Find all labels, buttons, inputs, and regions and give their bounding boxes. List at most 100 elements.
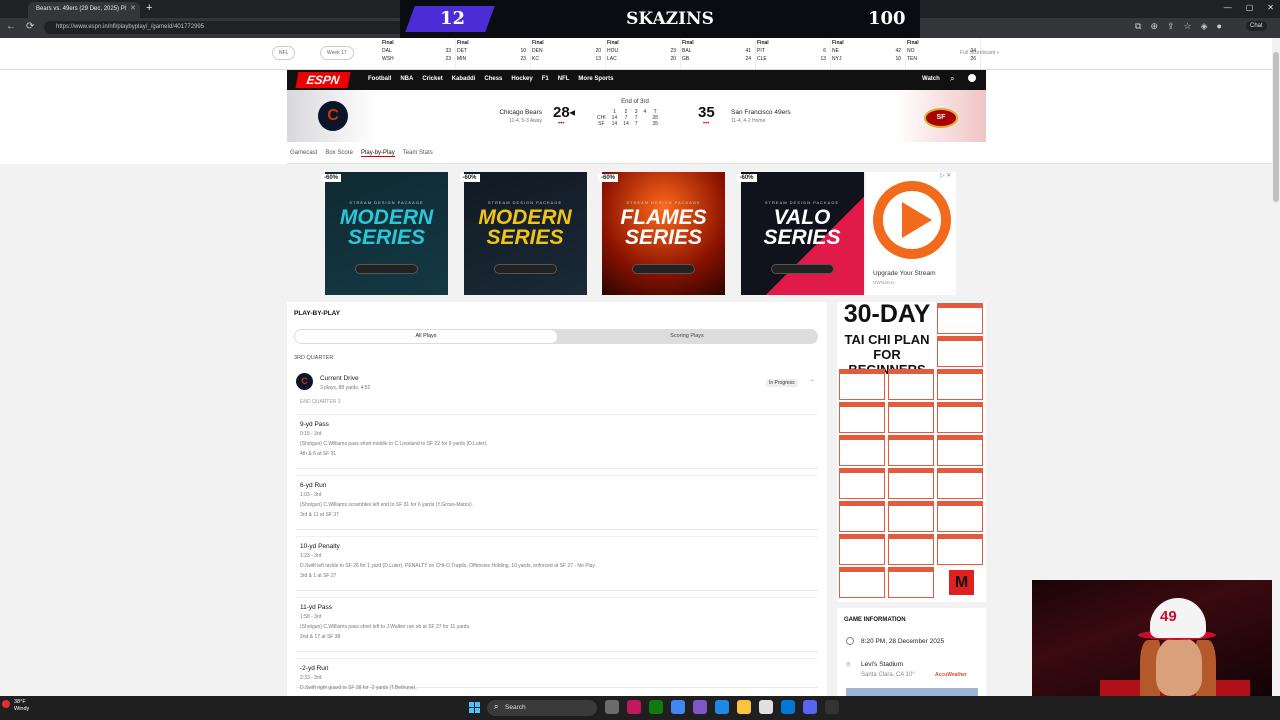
scoreboard-game[interactable]: Final BAL 41 GB 24 [678, 39, 756, 69]
discord-icon[interactable] [803, 700, 817, 714]
weather-widget[interactable]: 38°F Windy [14, 699, 29, 713]
windows-start-icon[interactable] [469, 702, 480, 713]
chat-button[interactable]: Chat [1246, 21, 1267, 31]
play-row[interactable]: 6-yd Run 1:03 - 3rd (Shotgun) C.Williams… [296, 475, 818, 530]
scoreboard-game[interactable]: Final PIT 6 CLE 13 [753, 39, 831, 69]
tab-box-score[interactable]: Box Score [325, 150, 353, 157]
team-abbr: LAC [607, 56, 617, 62]
obs-icon[interactable] [825, 700, 839, 714]
play-row[interactable]: -2-yd Run 2:33 - 3rd D.Swift right guard… [296, 658, 818, 691]
scoreboard-game[interactable]: Final HOU 23 LAC 20 [603, 39, 681, 69]
play-clock: 1:03 - 3rd [300, 492, 322, 498]
tab-all-plays[interactable]: All Plays [295, 330, 557, 343]
stream-package-ad[interactable]: -60% STREAM DESIGN PACKAGE MODERN SERIES [321, 172, 448, 295]
url-field[interactable]: https://www.espn.in/nfl/playbyplay/_/gam… [44, 21, 404, 34]
nav-link-f1[interactable]: F1 [542, 76, 549, 82]
game-info-title: GAME INFORMATION [844, 617, 906, 623]
play-field-position: 4th & 6 at SF 31 [300, 451, 337, 457]
espn-logo[interactable]: ESPN [295, 72, 351, 88]
tab-team-stats[interactable]: Team Stats [403, 150, 433, 157]
chevron-up-icon[interactable]: ⌃ [810, 379, 815, 386]
search-icon[interactable]: ⌕ [950, 74, 954, 84]
taskbar-search[interactable]: Search [487, 700, 597, 716]
scoreboard-game[interactable]: Final DAL 33 WSH 23 [378, 39, 456, 69]
linescore-cell: 35 [652, 121, 658, 127]
nav-link-kabaddi[interactable]: Kabaddi [452, 76, 476, 82]
away-team-name[interactable]: Chicago Bears [478, 109, 542, 116]
team-score: 13 [595, 56, 601, 62]
weather-icon [2, 700, 10, 708]
play-logo-icon[interactable] [872, 180, 952, 260]
close-window-icon[interactable]: ✕ [1267, 3, 1274, 12]
app-icon[interactable] [693, 700, 707, 714]
bookmark-icon[interactable]: ☆ [1184, 21, 1192, 32]
minimize-icon[interactable]: — [1224, 3, 1232, 12]
new-tab-icon[interactable]: + [146, 2, 152, 14]
watch-link[interactable]: Watch [922, 76, 940, 82]
bears-logo-icon[interactable]: C [318, 101, 348, 131]
play-description: (Shotgun) C.Williams scrambles left end … [300, 502, 474, 508]
task-view-icon[interactable] [605, 700, 619, 714]
tab-scoring-plays[interactable]: Scoring Plays [557, 330, 817, 343]
reload-icon[interactable]: ⟳ [26, 21, 34, 32]
league-select[interactable]: NFL [272, 46, 296, 60]
discount-badge: -60% [736, 174, 757, 182]
play-row[interactable]: 10-yd Penalty 1:23 - 3rd D.Swift left ta… [296, 536, 818, 591]
chrome-icon[interactable] [671, 700, 685, 714]
extensions-icon[interactable]: ◈ [1201, 21, 1208, 32]
home-team-name[interactable]: San Francisco 49ers [731, 109, 791, 116]
back-icon[interactable]: ← [6, 21, 16, 32]
outlook-icon[interactable] [781, 700, 795, 714]
nav-link-nfl[interactable]: NFL [558, 76, 570, 82]
nav-link-more-sports[interactable]: More Sports [578, 76, 613, 82]
zoom-icon[interactable]: ⊕ [1150, 21, 1158, 32]
share-icon[interactable]: ⇪ [1167, 21, 1175, 32]
nav-link-chess[interactable]: Chess [484, 76, 502, 82]
scoreboard-game[interactable]: Final DET 10 MIN 23 [453, 39, 531, 69]
xbox-icon[interactable] [649, 700, 663, 714]
tab-close-icon[interactable]: ✕ [130, 4, 136, 12]
nav-link-hockey[interactable]: Hockey [511, 76, 532, 82]
translate-icon[interactable]: ⧉ [1135, 21, 1141, 32]
ad-caption[interactable]: Upgrade Your Stream [873, 270, 936, 277]
calculator-icon[interactable] [759, 700, 773, 714]
ad-title: MODERN SERIES [478, 206, 572, 249]
edge-icon[interactable] [715, 700, 729, 714]
tab-play-by-play[interactable]: Play-by-Play [361, 150, 395, 157]
team-score: 10 [895, 56, 901, 62]
scoreboard-game[interactable]: Final DEN 20 KC 13 [528, 39, 606, 69]
browser-tab[interactable]: Bears vs. 49ers (29 Dec, 2025) Pl [28, 2, 140, 18]
overlay-left-value: 12 [440, 8, 466, 29]
profile-icon[interactable]: ● [1217, 21, 1222, 32]
team-abbr: GB [682, 56, 690, 62]
nav-link-football[interactable]: Football [368, 76, 391, 82]
window-controls[interactable]: — ▢ ✕ [1224, 3, 1274, 12]
taichi-day-cell [937, 534, 983, 565]
nav-buttons[interactable]: ← ⟳ [6, 21, 34, 32]
play-row[interactable]: 9-yd Pass 0:15 - 3rd (Shotgun) C.William… [296, 414, 818, 469]
file-explorer-icon[interactable] [737, 700, 751, 714]
49ers-logo-icon[interactable]: SF [924, 108, 958, 128]
current-drive-row[interactable] [294, 369, 818, 397]
stream-package-ad[interactable]: -60% STREAM DESIGN PACKAGE VALO SERIES [736, 172, 864, 295]
user-icon[interactable] [968, 74, 976, 82]
taichi-day-cell [839, 402, 885, 433]
full-scoreboard-link[interactable]: Full Scoreboard » [960, 50, 999, 56]
maximize-icon[interactable]: ▢ [1246, 3, 1254, 12]
nav-link-nba[interactable]: NBA [400, 76, 413, 82]
pbp-title: PLAY-BY-PLAY [294, 310, 341, 317]
app-icon[interactable] [627, 700, 641, 714]
week-select[interactable]: Week 17 [320, 46, 354, 60]
ad-subtitle: STREAM DESIGN PACKAGE [487, 200, 563, 205]
stream-package-ad[interactable]: -60% STREAM DESIGN PACKAGE MODERN SERIES [459, 172, 587, 295]
tab-gamecast[interactable]: Gamecast [290, 150, 317, 157]
extension-icons[interactable]: ⧉ ⊕ ⇪ ☆ ◈ ● [1135, 21, 1222, 32]
nav-link-cricket[interactable]: Cricket [422, 76, 442, 82]
team-abbr: DET [457, 48, 467, 54]
ad-choices-icon[interactable]: ▷ ✕ [940, 172, 951, 179]
scoreboard-game[interactable]: Final NE 42 NYJ 10 [828, 39, 906, 69]
stream-package-ad[interactable]: -60% STREAM DESIGN PACKAGE FLAMES SERIES [598, 172, 725, 295]
ad-brand-logo-icon: M [949, 570, 974, 595]
scrollbar-thumb[interactable] [1273, 52, 1279, 202]
play-row[interactable]: 11-yd Pass 1:58 - 3rd (Shotgun) C.Willia… [296, 597, 818, 652]
